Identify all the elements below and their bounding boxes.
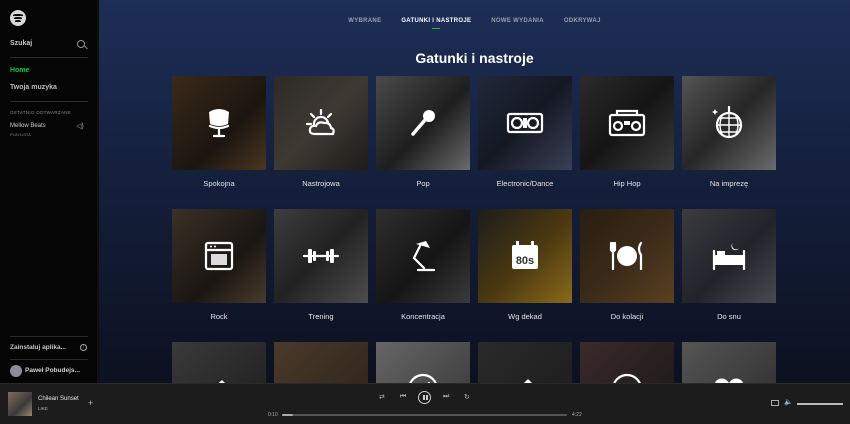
calendar-80s-icon: 80s [478,209,572,303]
progress-fill [282,414,294,416]
armchair-icon [172,76,266,170]
genre-tile-1[interactable] [172,76,266,170]
page-title: Gatunki i nastroje [415,50,534,66]
genre-label[interactable]: Do snu [674,312,784,321]
genre-tile-9[interactable] [376,209,470,303]
volume-icon[interactable]: 🔈 [784,398,793,406]
download-icon[interactable]: ↓ [80,344,87,351]
amplifier-icon [172,209,266,303]
tab-featured[interactable]: WYBRANE [348,18,381,24]
repeat-icon[interactable]: ↻ [464,393,470,401]
genre-label[interactable]: Do kolacji [572,312,682,321]
genre-tile-8[interactable] [274,209,368,303]
genre-tile-11[interactable] [580,209,674,303]
recent-item-type: PLAYLISTA [10,132,31,137]
sidebar: Szukaj Home Twoja muzyka OSTATNIO ODTWAR… [0,0,98,383]
progress-bar[interactable] [282,414,567,416]
add-icon[interactable]: + [88,398,93,408]
track-duration: 4:22 [572,412,582,418]
devices-icon[interactable] [771,400,779,406]
now-playing-speaker-icon: ◁) [76,123,84,130]
nav-your-music[interactable]: Twoja muzyka [10,84,57,91]
volume-fill [797,403,843,405]
genre-tile-2[interactable] [274,76,368,170]
player-bar: Chilean Sunset LIKE + ⇄ ⏮ ⏭ ↻ 0:10 4:22 … [0,383,850,424]
plate-cutlery-icon [580,209,674,303]
genre-label[interactable]: Na imprezę [674,179,784,188]
desk-lamp-icon [376,209,470,303]
previous-icon[interactable]: ⏮ [400,393,406,401]
track-artist[interactable]: LIKE [38,406,48,411]
install-app-link[interactable]: Zainstaluj aplika... [10,344,66,351]
recent-item-name[interactable]: Mellow Beats [10,123,46,129]
album-cover[interactable] [8,392,32,416]
spotify-app: Szukaj Home Twoja muzyka OSTATNIO ODTWAR… [0,0,850,424]
genre-label[interactable]: Hip Hop [572,179,682,188]
tab-discover[interactable]: ODKRYWAJ [564,18,601,24]
shuffle-icon[interactable]: ⇄ [379,393,385,401]
recently-played-header: OSTATNIO ODTWARZANE [10,110,72,115]
dumbbell-icon [274,209,368,303]
genre-tile-3[interactable] [376,76,470,170]
main-content: WYBRANE GATUNKI I NASTROJE NOWE WYDANIA … [99,0,850,424]
genre-label[interactable]: Spokojna [164,179,274,188]
avatar[interactable] [10,365,22,377]
tab-new-releases[interactable]: NOWE WYDANIA [491,18,544,24]
tab-genres-moods[interactable]: GATUNKI I NASTROJE [401,18,471,29]
decade-label: 80s [516,255,534,267]
next-icon[interactable]: ⏭ [443,393,449,401]
spotify-logo-icon[interactable] [10,10,26,26]
genre-label[interactable]: Wg dekad [470,312,580,321]
genre-tile-12[interactable] [682,209,776,303]
user-name[interactable]: Paweł Pobudejs... [25,367,91,374]
divider [10,101,88,102]
genre-tile-10[interactable]: 80s [478,209,572,303]
pause-button[interactable] [418,391,431,404]
divider [10,336,88,337]
genre-tile-5[interactable] [580,76,674,170]
divider [10,359,88,360]
genre-label[interactable]: Pop [368,179,478,188]
turntable-icon [478,76,572,170]
boombox-icon [580,76,674,170]
search-icon[interactable] [77,40,85,48]
genre-label[interactable]: Electronic/Dance [470,179,580,188]
disco-ball-icon [682,76,776,170]
browse-tabs: WYBRANE GATUNKI I NASTROJE NOWE WYDANIA … [99,18,850,29]
genre-label[interactable]: Rock [164,312,274,321]
track-title[interactable]: Chilean Sunset [38,396,79,402]
divider [10,57,88,58]
genre-tile-7[interactable] [172,209,266,303]
volume-slider[interactable] [797,403,843,405]
genre-tile-4[interactable] [478,76,572,170]
nav-home[interactable]: Home [10,67,29,74]
elapsed-time: 0:10 [268,412,278,418]
microphone-icon [376,76,470,170]
genre-tile-6[interactable] [682,76,776,170]
bed-icon [682,209,776,303]
cloud-sun-icon [274,76,368,170]
genre-label[interactable]: Nastrojowa [266,179,376,188]
genre-label[interactable]: Trening [266,312,376,321]
genre-label[interactable]: Koncentracja [368,312,478,321]
